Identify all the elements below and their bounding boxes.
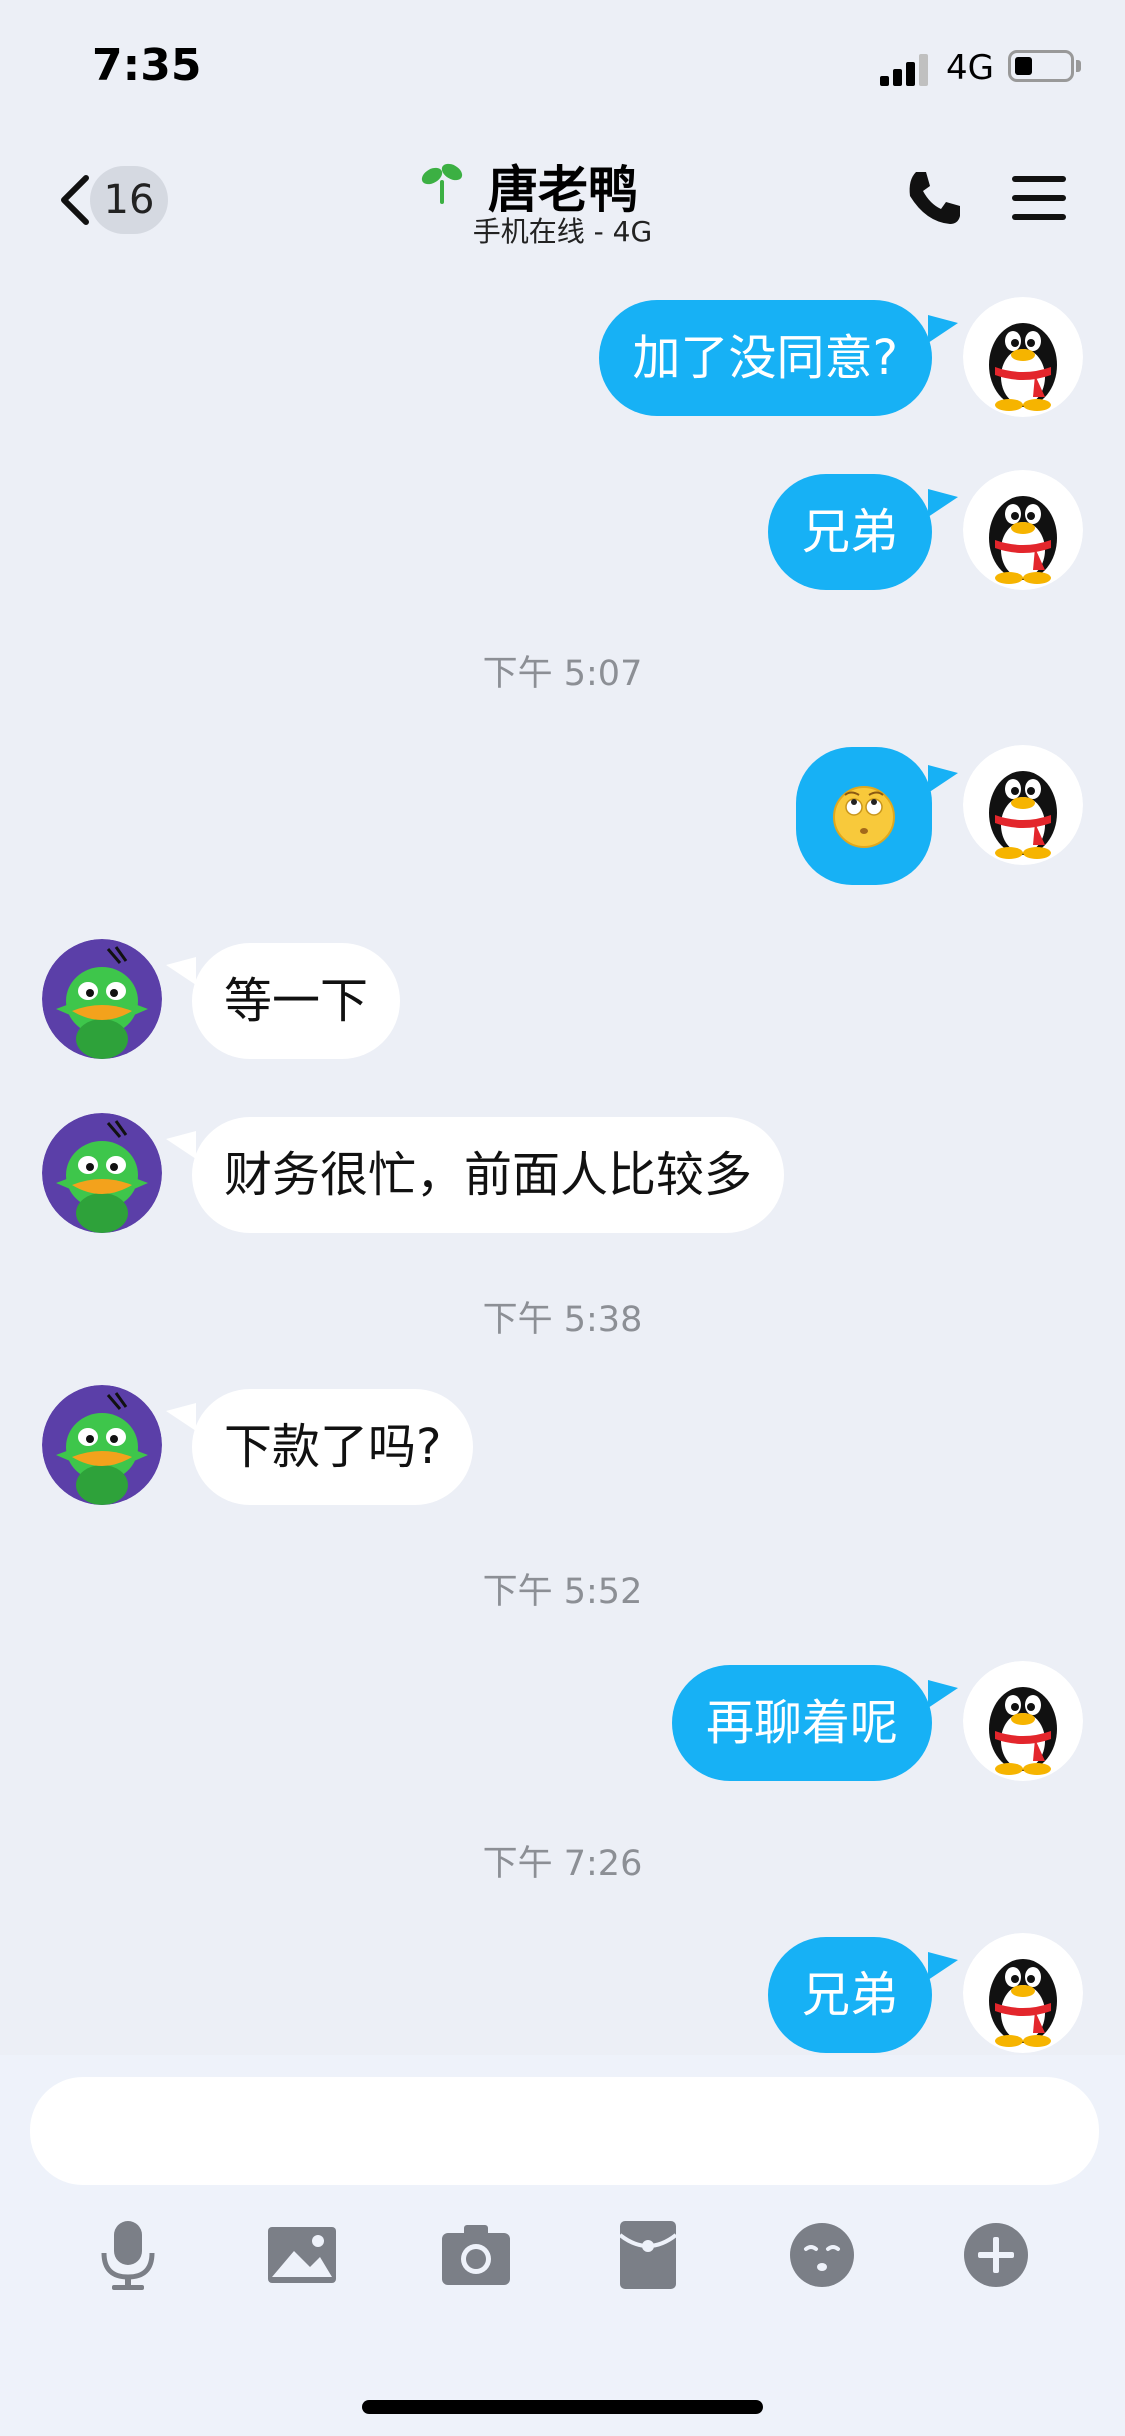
- home-indicator[interactable]: [362, 2400, 763, 2414]
- status-time: 7:35: [92, 40, 202, 91]
- message-input[interactable]: [30, 2077, 1099, 2185]
- message-bubble-outgoing[interactable]: 兄弟: [767, 1937, 932, 2053]
- my-avatar[interactable]: [963, 1661, 1083, 1781]
- message-bubble-incoming[interactable]: 财务很忙，前面人比较多: [192, 1117, 785, 1233]
- bubble-tail: [928, 1952, 958, 1980]
- bubble-tail: [928, 1680, 958, 1708]
- message-timestamp: 下午 7:26: [482, 1844, 643, 1884]
- message-bubble-outgoing[interactable]: [796, 747, 932, 885]
- battery-level: [1015, 57, 1032, 75]
- bubble-tail: [928, 315, 958, 343]
- bubble-tail: [928, 489, 958, 517]
- contact-avatar[interactable]: [42, 939, 162, 1059]
- message-timestamp: 下午 5:38: [482, 1300, 643, 1340]
- my-avatar[interactable]: [963, 470, 1083, 590]
- bubble-tail: [166, 957, 196, 985]
- message-bubble-outgoing[interactable]: 兄弟: [767, 474, 932, 590]
- message-bubble-incoming[interactable]: 等一下: [192, 943, 401, 1059]
- bubble-tail: [166, 1403, 196, 1431]
- signal-strength-icon: [880, 52, 932, 86]
- my-avatar[interactable]: [963, 297, 1083, 417]
- sprout-icon: [421, 163, 463, 204]
- bubble-tail: [166, 1131, 196, 1159]
- contact-avatar[interactable]: [42, 1113, 162, 1233]
- my-avatar[interactable]: [963, 1933, 1083, 2053]
- battery-icon: [1008, 50, 1074, 82]
- bubble-tail: [928, 765, 958, 793]
- menu-icon[interactable]: [1010, 172, 1068, 224]
- plus-icon[interactable]: [956, 2215, 1036, 2295]
- phone-icon[interactable]: [902, 166, 966, 230]
- status-bar: 7:35 4G: [0, 0, 1125, 130]
- chat-header: 16 唐老鸭 手机在线 - 4G: [0, 130, 1125, 265]
- camera-icon[interactable]: [436, 2215, 516, 2295]
- red-packet-icon[interactable]: [608, 2215, 688, 2295]
- message-bubble-outgoing[interactable]: 再聊着呢: [671, 1665, 932, 1781]
- battery-cap: [1076, 60, 1081, 72]
- contact-avatar[interactable]: [42, 1385, 162, 1505]
- message-bubble-outgoing[interactable]: 加了没同意?: [598, 300, 932, 416]
- message-list[interactable]: 加了没同意? 兄弟 下午 5:07 等一下 财务很忙，前面人比较多 下午 5:3…: [0, 265, 1125, 2055]
- image-icon[interactable]: [262, 2215, 342, 2295]
- my-avatar[interactable]: [963, 745, 1083, 865]
- message-timestamp: 下午 5:07: [482, 654, 643, 694]
- network-type: 4G: [946, 48, 994, 88]
- rolling-eyes-emoji-icon: [833, 786, 895, 848]
- message-bubble-incoming[interactable]: 下款了吗?: [192, 1389, 474, 1505]
- composer: [0, 2055, 1125, 2436]
- message-timestamp: 下午 5:52: [482, 1572, 643, 1612]
- microphone-icon[interactable]: [88, 2215, 168, 2295]
- emoji-icon[interactable]: [782, 2215, 862, 2295]
